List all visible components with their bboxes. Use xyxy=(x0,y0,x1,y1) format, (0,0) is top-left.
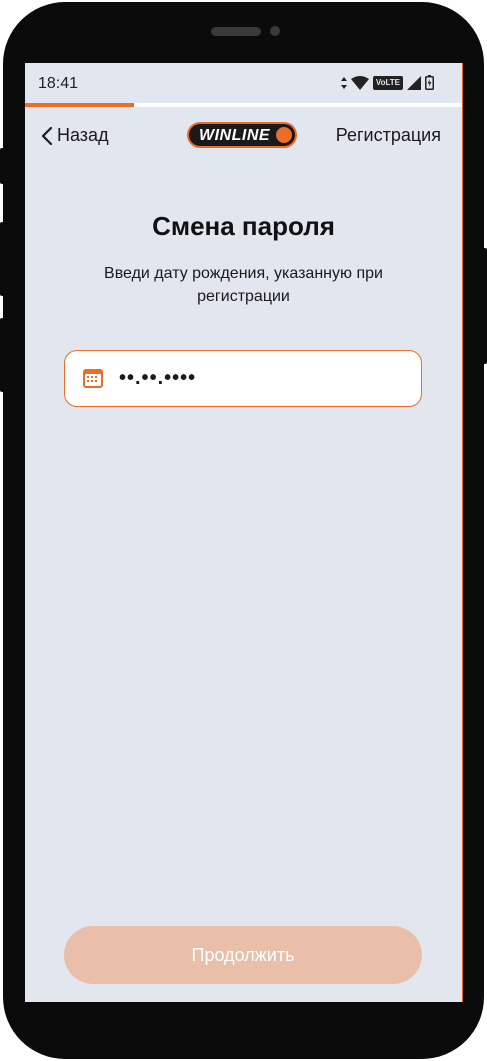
battery-icon xyxy=(425,75,434,90)
continue-button[interactable]: Продолжить xyxy=(64,926,422,984)
chevron-left-icon xyxy=(41,126,53,145)
page-title: Смена пароля xyxy=(152,211,335,241)
top-navigation: Назад WINLINE Регистрация xyxy=(25,115,462,155)
birth-date-input[interactable] xyxy=(119,351,409,406)
logo-text: WINLINE xyxy=(199,127,271,144)
progress-fill xyxy=(25,103,135,107)
status-bar: 18:41 VoLTE xyxy=(25,63,462,103)
back-button[interactable]: Назад xyxy=(41,125,109,146)
data-arrows-icon xyxy=(340,76,347,89)
registration-link[interactable]: Регистрация xyxy=(336,125,441,146)
birth-date-field[interactable] xyxy=(64,350,422,407)
front-camera xyxy=(270,26,280,36)
calendar-icon xyxy=(83,369,103,388)
status-icons: VoLTE xyxy=(340,75,434,90)
winline-logo: WINLINE xyxy=(187,122,297,148)
wifi-icon xyxy=(350,75,369,90)
logo-dot-icon xyxy=(276,127,292,143)
speaker-grille xyxy=(211,27,261,36)
app-screen: 18:41 VoLTE Назад WINLINE Регистрация См… xyxy=(25,63,463,1002)
page-subtitle: Введи дату рождения, указанную при регис… xyxy=(104,265,383,305)
cell-signal-icon xyxy=(407,75,421,90)
registration-progress-bar xyxy=(25,103,462,107)
volte-badge: VoLTE xyxy=(372,75,403,90)
back-label: Назад xyxy=(57,125,109,145)
status-time: 18:41 xyxy=(38,75,79,92)
